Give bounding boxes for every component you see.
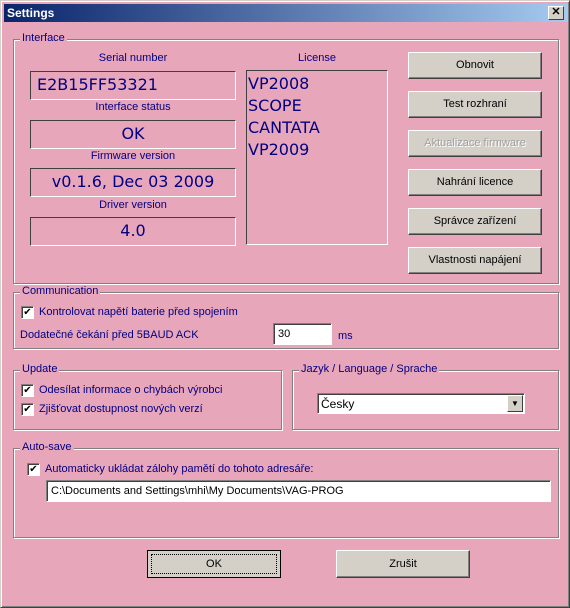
firmware-version-value: v0.1.6, Dec 03 2009	[30, 168, 236, 197]
check-versions-checkbox[interactable]: ✔	[21, 403, 34, 416]
interface-group-label: Interface	[20, 32, 67, 44]
check-battery-label[interactable]: Kontrolovat napětí baterie před spojením	[39, 306, 238, 318]
ok-button[interactable]: OK	[147, 550, 281, 578]
refresh-button[interactable]: Obnovit	[408, 52, 542, 79]
driver-version-label: Driver version	[99, 199, 167, 211]
wait-unit-label: ms	[338, 330, 353, 342]
autosave-group-label: Auto-save	[20, 441, 74, 453]
check-versions-label[interactable]: Zjišťovat dostupnost nových verzí	[39, 403, 203, 415]
communication-group-label: Communication	[20, 285, 101, 297]
serial-number-value: E2B15FF53321	[30, 71, 236, 100]
language-selected-value: Česky	[321, 397, 355, 411]
update-group-label: Update	[20, 363, 60, 375]
driver-version-value: 4.0	[30, 217, 236, 246]
cancel-button[interactable]: Zrušit	[336, 550, 470, 578]
power-properties-button[interactable]: Vlastnosti napájení	[408, 247, 542, 274]
close-icon[interactable]: ✕	[548, 6, 564, 20]
check-battery-checkbox[interactable]: ✔	[21, 306, 34, 319]
license-item[interactable]: SCOPE	[248, 95, 386, 117]
window-title: Settings	[7, 6, 55, 20]
autosave-path-input[interactable]	[46, 480, 551, 502]
send-errors-checkbox[interactable]: ✔	[21, 384, 34, 397]
title-bar[interactable]: Settings ✕	[4, 4, 568, 22]
autosave-checkbox[interactable]: ✔	[27, 463, 40, 476]
update-group: Update	[13, 363, 282, 430]
firmware-version-label: Firmware version	[90, 150, 176, 162]
license-upload-button[interactable]: Nahrání licence	[408, 169, 542, 196]
serial-number-label: Serial number	[98, 52, 168, 64]
license-list[interactable]: VP2008 SCOPE CANTATA VP2009	[246, 70, 388, 245]
send-errors-label[interactable]: Odesílat informace o chybách výrobci	[39, 384, 222, 396]
chevron-down-icon[interactable]: ▼	[507, 395, 523, 412]
wait-input[interactable]	[273, 323, 332, 345]
test-interface-button[interactable]: Test rozhraní	[408, 91, 542, 118]
license-item[interactable]: CANTATA	[248, 117, 386, 139]
language-group-label: Jazyk / Language / Sprache	[299, 363, 440, 375]
firmware-update-button[interactable]: Aktualizace firmware	[408, 130, 542, 157]
wait-label: Dodatečné čekání před 5BAUD ACK	[20, 329, 199, 341]
autosave-label[interactable]: Automaticky ukládat zálohy pamětí do toh…	[45, 463, 313, 475]
language-select[interactable]: Česky ▼	[317, 393, 525, 414]
interface-status-label: Interface status	[95, 101, 171, 113]
license-label: License	[298, 52, 336, 64]
device-manager-button[interactable]: Správce zařízení	[408, 208, 542, 235]
ok-button-label: OK	[151, 554, 277, 574]
license-item[interactable]: VP2008	[248, 73, 386, 95]
license-item[interactable]: VP2009	[248, 139, 386, 161]
interface-status-value: OK	[30, 120, 236, 149]
